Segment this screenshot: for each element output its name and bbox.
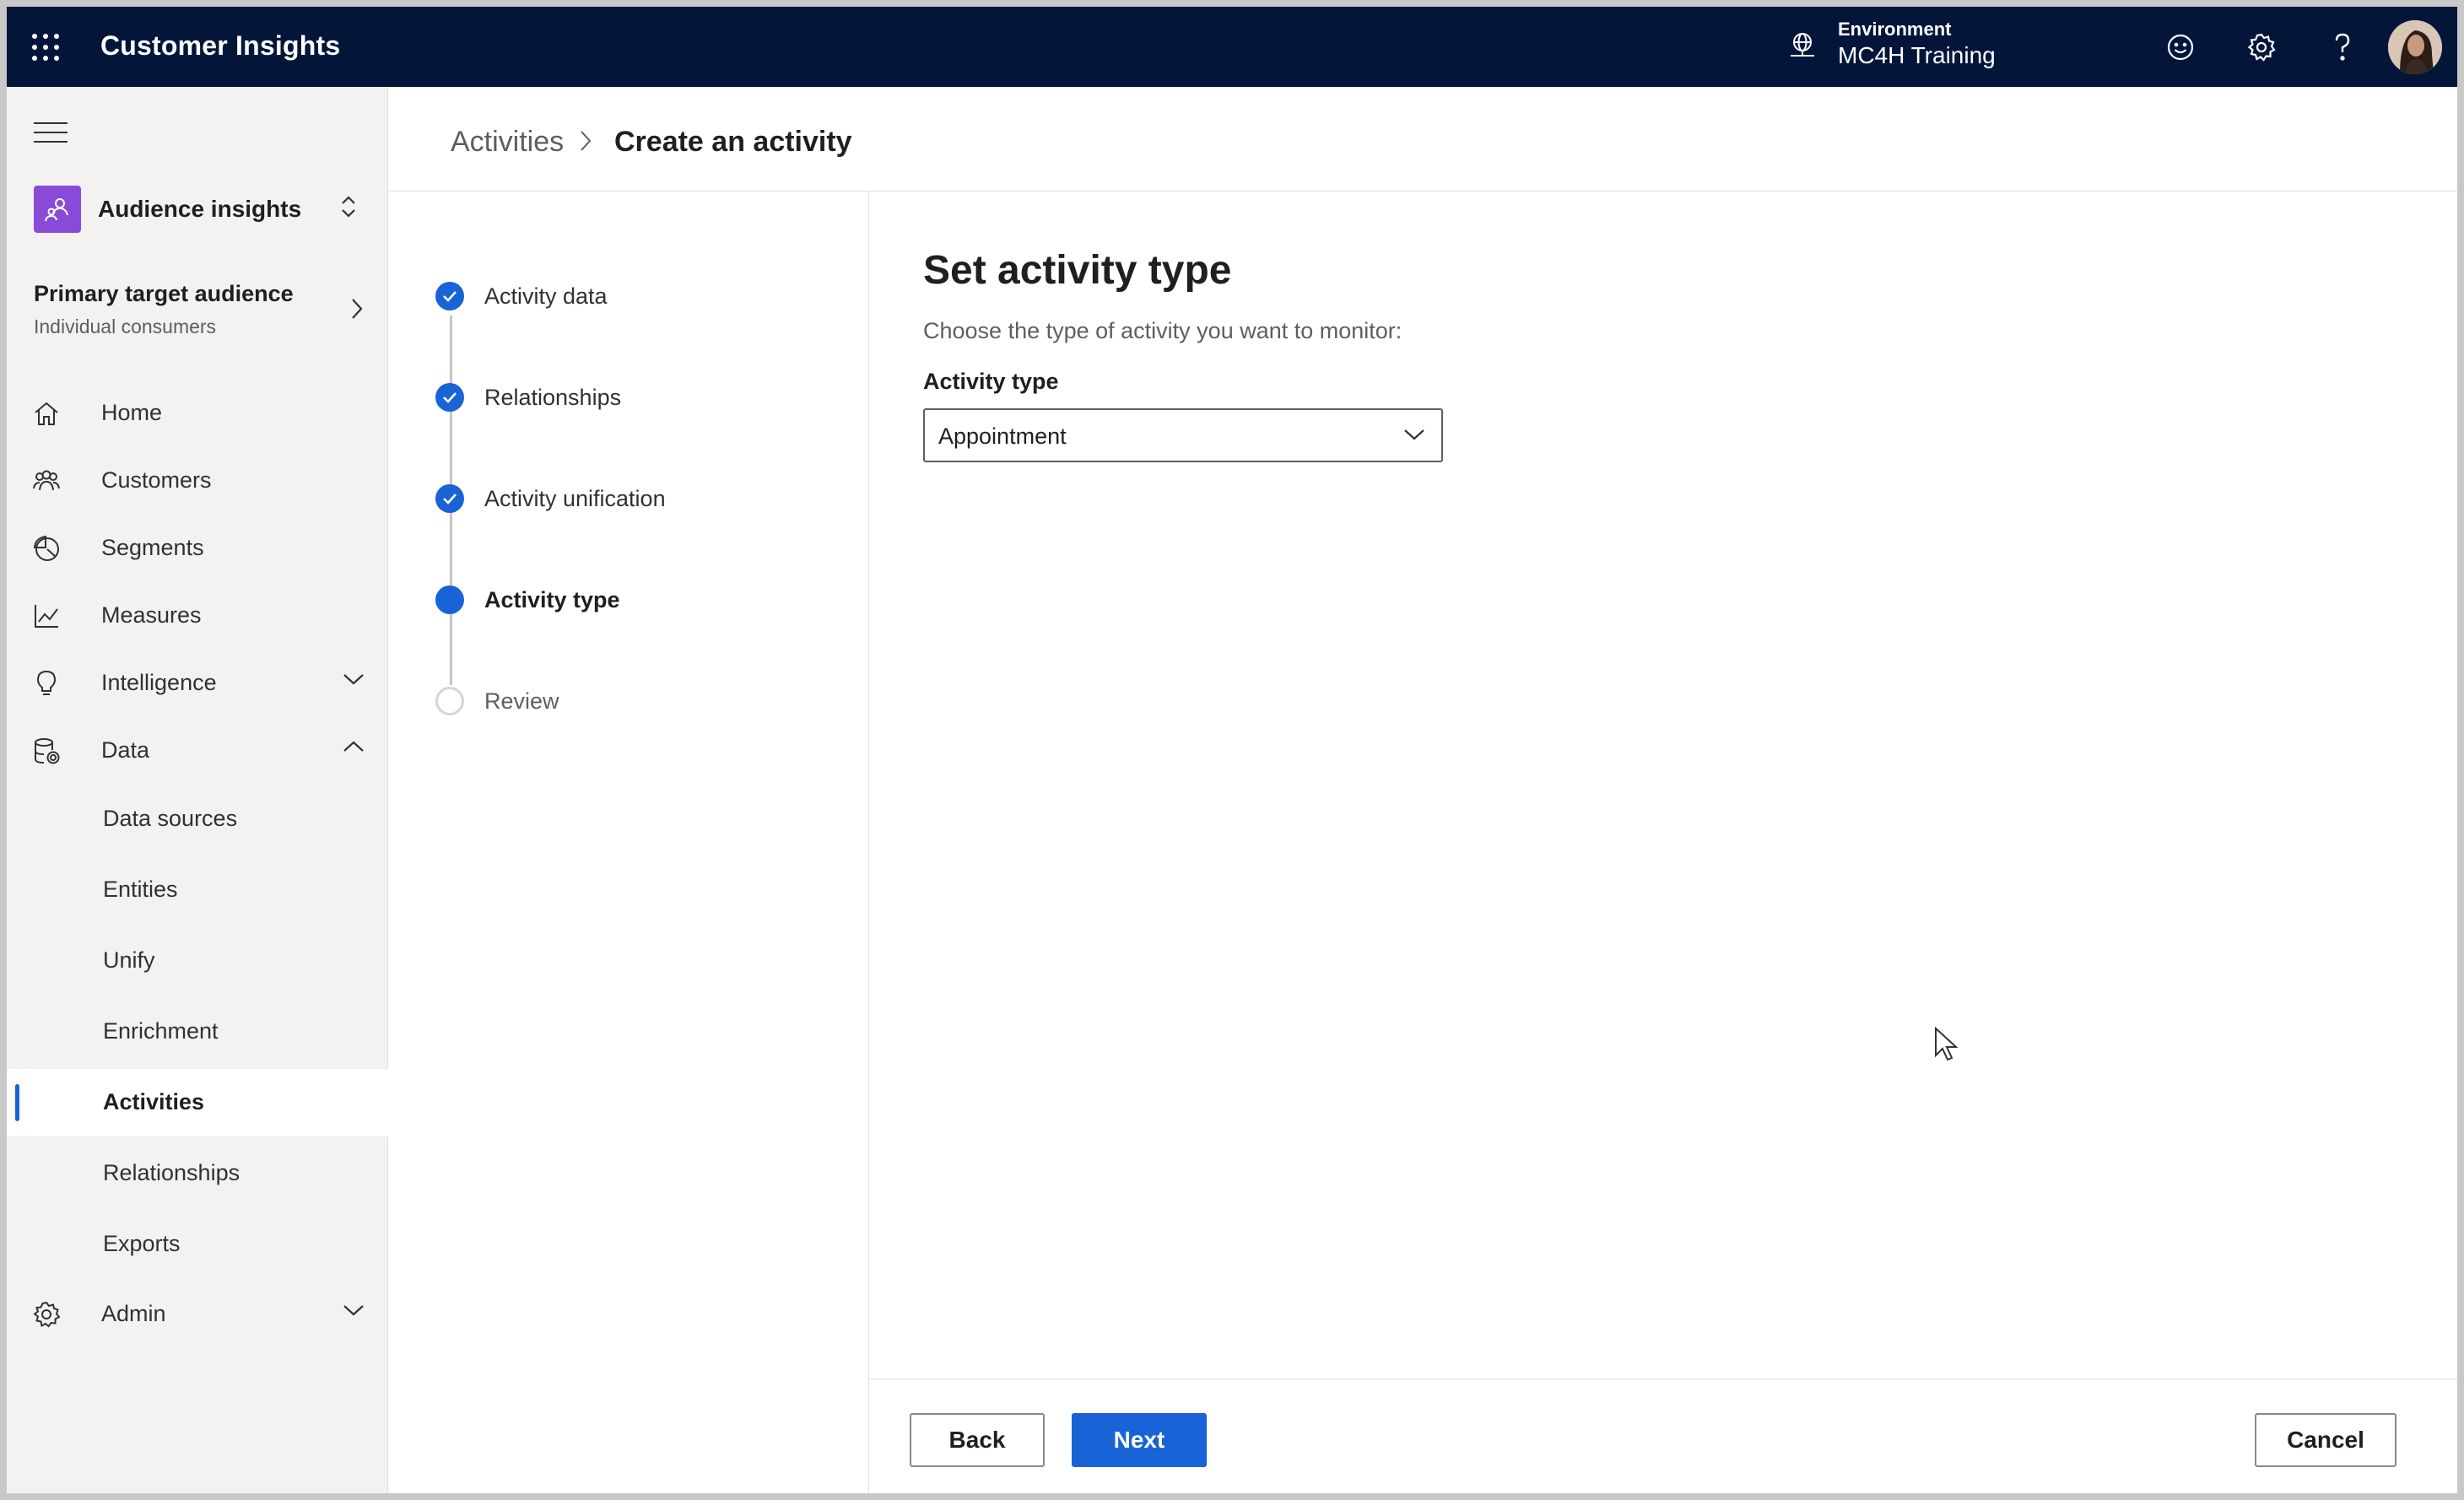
nav-label: Intelligence [101, 669, 217, 695]
next-button[interactable]: Next [1072, 1413, 1207, 1467]
activity-type-dropdown[interactable]: Appointment [923, 408, 1443, 462]
environment-globe-icon [1791, 33, 1814, 57]
hamburger-menu-icon[interactable] [34, 122, 68, 146]
app-launcher-icon[interactable] [32, 34, 59, 61]
active-indicator [15, 1084, 19, 1121]
step-label: Activity type [484, 587, 620, 612]
activity-type-value: Appointment [938, 424, 1067, 449]
audience-title: Primary target audience [34, 281, 294, 306]
settings-gear-icon[interactable] [2243, 29, 2280, 66]
nav-item-segments[interactable]: Segments [7, 517, 388, 578]
back-button[interactable]: Back [910, 1413, 1045, 1467]
step-complete-check-icon [435, 282, 464, 310]
chevron-right-icon [581, 131, 592, 151]
nav-label: Entities [103, 877, 178, 902]
audience-insights-icon [34, 186, 81, 233]
nav-label: Data [101, 737, 150, 763]
audience-subtitle: Individual consumers [34, 316, 217, 337]
segments-icon [33, 535, 59, 561]
page-title: Create an activity [614, 126, 852, 158]
nav-item-exports[interactable]: Exports [7, 1211, 388, 1278]
activity-type-label: Activity type [923, 369, 1059, 394]
nav-label: Customers [101, 467, 212, 493]
step-complete-check-icon [435, 484, 464, 513]
chevron-down-icon [343, 674, 364, 685]
nav-item-data-sources[interactable]: Data sources [7, 785, 388, 853]
step-label: Activity data [484, 283, 608, 309]
nav-label: Relationships [103, 1160, 240, 1185]
nav-item-entities[interactable]: Entities [7, 856, 388, 924]
section-heading: Set activity type [923, 248, 1232, 293]
step-label: Review [484, 688, 559, 714]
customers-icon [33, 470, 60, 491]
app-window: Customer Insights Environment MC4H Train… [7, 7, 2457, 1493]
wizard-steps: Activity data Relationships Activity uni… [388, 192, 869, 1493]
step-complete-check-icon [435, 383, 464, 412]
section-description: Choose the type of activity you want to … [923, 318, 1402, 343]
nav-label: Enrichment [103, 1018, 219, 1044]
nav-item-customers[interactable]: Customers [7, 450, 388, 510]
step-label: Activity unification [484, 486, 666, 511]
nav-item-relationships[interactable]: Relationships [7, 1140, 388, 1207]
app-title[interactable]: Customer Insights [100, 30, 340, 62]
chevron-up-icon [343, 741, 364, 752]
area-switcher[interactable]: Audience insights [34, 184, 371, 235]
home-icon [35, 402, 58, 425]
mouse-pointer-icon [1935, 1027, 1959, 1061]
nav-item-home[interactable]: Home [7, 382, 388, 443]
cancel-button[interactable]: Cancel [2255, 1413, 2396, 1467]
nav-label: Activities [103, 1089, 205, 1114]
chevron-down-icon [1404, 429, 1424, 440]
top-bar: Customer Insights Environment MC4H Train… [7, 7, 2457, 87]
step-activity-type[interactable]: Activity type [435, 582, 840, 616]
environment-label: Environment [1838, 19, 1952, 40]
chevron-down-icon [343, 1305, 364, 1316]
nav-item-activities[interactable]: Activities [7, 1069, 388, 1136]
nav-label: Home [101, 399, 163, 425]
wizard-content: Set activity type Choose the type of act… [869, 192, 2457, 1373]
wizard-footer: Back Next Cancel [869, 1379, 2457, 1493]
database-icon [35, 738, 60, 764]
nav-label: Measures [101, 602, 202, 628]
step-activity-unification[interactable]: Activity unification [435, 481, 840, 515]
step-pending-indicator [435, 687, 464, 715]
target-audience-selector[interactable]: Primary target audience Individual consu… [34, 281, 380, 348]
environment-name[interactable]: MC4H Training [1838, 42, 1996, 69]
step-current-indicator [435, 585, 464, 614]
measures-chart-icon [35, 605, 58, 628]
nav-item-unify[interactable]: Unify [7, 927, 388, 995]
nav-label: Data sources [103, 806, 238, 831]
nav-item-enrichment[interactable]: Enrichment [7, 998, 388, 1066]
nav-item-intelligence[interactable]: Intelligence [7, 652, 388, 713]
user-avatar[interactable] [2388, 20, 2442, 74]
nav-label: Segments [101, 534, 204, 560]
nav-label: Exports [103, 1231, 181, 1256]
nav-label: Admin [101, 1300, 166, 1326]
breadcrumb-activities-link[interactable]: Activities [451, 126, 564, 159]
area-switcher-label: Audience insights [98, 196, 302, 222]
step-activity-data[interactable]: Activity data [435, 278, 840, 312]
chevron-right-icon [352, 299, 363, 319]
chevron-up-down-icon [342, 196, 355, 218]
left-navigation: Audience insights Primary target audienc… [7, 87, 388, 1493]
lightbulb-icon [36, 670, 57, 695]
nav-label: Unify [103, 947, 155, 973]
nav-item-admin[interactable]: Admin [7, 1283, 388, 1344]
help-question-icon[interactable] [2324, 29, 2361, 66]
step-label: Relationships [484, 385, 622, 410]
feedback-smiley-icon[interactable] [2162, 29, 2199, 66]
gear-icon [33, 1301, 61, 1328]
step-review[interactable]: Review [435, 683, 840, 717]
nav-item-data[interactable]: Data [7, 720, 388, 780]
nav-item-measures[interactable]: Measures [7, 585, 388, 645]
breadcrumb: Activities Create an activity [388, 87, 2457, 192]
step-relationships[interactable]: Relationships [435, 380, 840, 413]
